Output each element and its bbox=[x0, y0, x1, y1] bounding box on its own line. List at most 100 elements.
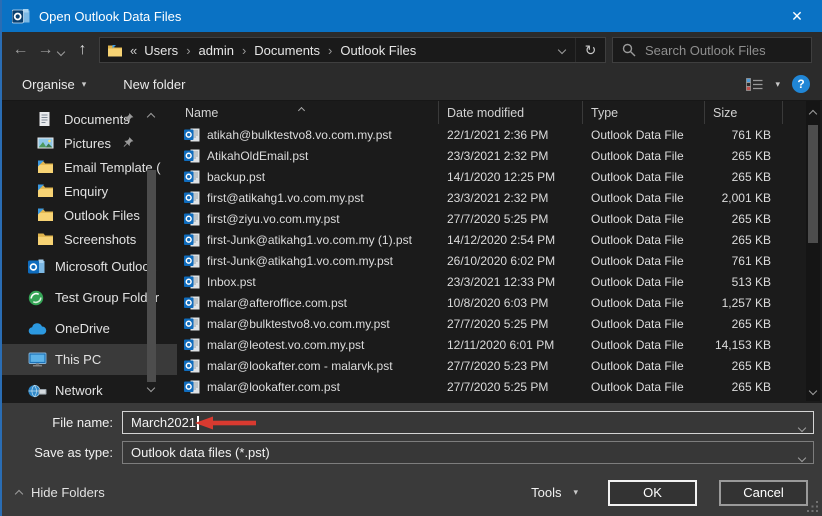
column-header-size[interactable]: Size bbox=[705, 101, 783, 124]
file-size: 513 KB bbox=[705, 275, 783, 289]
back-icon[interactable]: ← bbox=[8, 41, 33, 59]
file-size: 1,257 KB bbox=[705, 296, 783, 310]
breadcrumb: Users›admin›Documents›Outlook Files bbox=[144, 43, 416, 58]
breadcrumb-collapse-icon[interactable]: « bbox=[130, 43, 137, 58]
view-details-icon[interactable] bbox=[746, 78, 763, 91]
file-type: Outlook Data File bbox=[583, 380, 705, 394]
cancel-button[interactable]: Cancel bbox=[719, 480, 808, 506]
resize-grip-icon[interactable] bbox=[807, 501, 819, 513]
file-name: first-Junk@atikahg1.vo.com.my.pst bbox=[207, 254, 393, 268]
sidebar-item-label: Network bbox=[55, 383, 103, 398]
file-row-first-atikahg1-vo-com-my-pst[interactable]: first@atikahg1.vo.com.my.pst23/3/2021 2:… bbox=[177, 187, 806, 208]
sidebar-scrollbar-thumb[interactable] bbox=[147, 170, 156, 382]
hide-folders-chevron-icon bbox=[16, 485, 22, 500]
sidebar-scroll-up-icon[interactable] bbox=[148, 108, 154, 123]
hide-folders-label: Hide Folders bbox=[31, 485, 105, 500]
help-icon[interactable]: ? bbox=[792, 75, 810, 93]
sidebar-item-label: This PC bbox=[55, 352, 101, 367]
ok-button[interactable]: OK bbox=[608, 480, 697, 506]
save-as-type-select[interactable]: Outlook data files (*.pst) bbox=[122, 441, 814, 464]
list-scroll-down-icon[interactable] bbox=[810, 382, 816, 397]
file-row-backup-pst[interactable]: backup.pst14/1/2020 12:25 PMOutlook Data… bbox=[177, 166, 806, 187]
sidebar-scrollbar[interactable] bbox=[145, 106, 158, 396]
file-row-malar-leotest-vo-com-my-pst[interactable]: malar@leotest.vo.com.my.pst12/11/2020 6:… bbox=[177, 334, 806, 355]
up-icon[interactable]: ↑ bbox=[70, 41, 95, 59]
command-toolbar: Organise ▾ New folder ▾ ? bbox=[2, 68, 822, 101]
file-row-malar-bulktestvo8-vo-com-my-pst[interactable]: malar@bulktestvo8.vo.com.my.pst27/7/2020… bbox=[177, 313, 806, 334]
close-icon[interactable]: ✕ bbox=[782, 8, 812, 25]
file-name: malar@lookafter.com - malarvk.pst bbox=[207, 359, 393, 373]
file-row-inbox-pst[interactable]: Inbox.pst23/3/2021 12:33 PMOutlook Data … bbox=[177, 271, 806, 292]
folder-linked-icon bbox=[37, 160, 56, 174]
file-type: Outlook Data File bbox=[583, 338, 705, 352]
search-box[interactable] bbox=[612, 37, 812, 63]
file-size: 2,001 KB bbox=[705, 191, 783, 205]
search-input[interactable] bbox=[645, 43, 802, 58]
open-outlook-data-files-dialog: Open Outlook Data Files ✕ ← → ↑ « Users›… bbox=[0, 0, 822, 516]
breadcrumb-item-outlook-files[interactable]: Outlook Files bbox=[340, 43, 416, 58]
list-scrollbar-thumb[interactable] bbox=[808, 125, 818, 243]
file-row-atikaholdemail-pst[interactable]: AtikahOldEmail.pst23/3/2021 2:32 PMOutlo… bbox=[177, 145, 806, 166]
tools-label: Tools bbox=[531, 485, 561, 500]
pst-file-icon bbox=[184, 380, 200, 394]
file-type: Outlook Data File bbox=[583, 233, 705, 247]
file-list-area: Name Date modified Type Size atikah@bulk… bbox=[177, 101, 806, 403]
file-row-first-junk-atikahg1-vo-com-my-pst[interactable]: first-Junk@atikahg1.vo.com.my.pst 26/10/2… bbox=[177, 250, 806, 271]
new-folder-button[interactable]: New folder bbox=[123, 77, 185, 92]
pin-icon bbox=[123, 136, 134, 151]
column-header-name[interactable]: Name bbox=[177, 101, 439, 124]
file-row-atikah-bulktestvo8-vo-com-my-pst[interactable]: atikah@bulktestvo8.vo.com.my.pst22/1/202… bbox=[177, 124, 806, 145]
column-header-type[interactable]: Type bbox=[583, 101, 705, 124]
sidebar-scroll-down-icon[interactable] bbox=[148, 379, 154, 394]
file-size: 265 KB bbox=[705, 233, 783, 247]
organise-dropdown-icon: ▾ bbox=[82, 79, 87, 90]
outlook-app-icon bbox=[12, 8, 30, 25]
file-list-scrollbar[interactable] bbox=[806, 101, 820, 401]
file-type: Outlook Data File bbox=[583, 128, 705, 142]
file-list-header: Name Date modified Type Size bbox=[177, 101, 806, 124]
address-dropdown-chevron-icon[interactable] bbox=[549, 47, 575, 53]
organise-button[interactable]: Organise ▾ bbox=[22, 77, 86, 92]
file-name: Inbox.pst bbox=[207, 275, 256, 289]
file-row-malar-lookafter-com-pst[interactable]: malar@lookafter.com.pst27/7/2020 5:25 PM… bbox=[177, 376, 806, 397]
pst-file-icon bbox=[184, 191, 200, 205]
file-name-dropdown-icon[interactable] bbox=[799, 419, 805, 434]
pst-file-icon bbox=[184, 296, 200, 310]
file-row-malar-lookafter-com-malarvk-pst[interactable]: malar@lookafter.com - malarvk.pst27/7/20… bbox=[177, 355, 806, 376]
file-size: 761 KB bbox=[705, 128, 783, 142]
column-header-date-modified[interactable]: Date modified bbox=[439, 101, 583, 124]
file-name-input[interactable]: March2021 bbox=[122, 411, 814, 434]
file-date-modified: 26/10/2020 6:02 PM bbox=[439, 254, 583, 268]
folder-icon bbox=[37, 232, 56, 246]
view-dropdown-chevron-icon[interactable]: ▾ bbox=[775, 79, 780, 90]
file-name-label: File name: bbox=[2, 415, 122, 430]
file-name: AtikahOldEmail.pst bbox=[207, 149, 308, 163]
sidebar-item-label: Screenshots bbox=[64, 232, 136, 247]
pictures-icon bbox=[37, 136, 56, 150]
breadcrumb-item-documents[interactable]: Documents bbox=[254, 43, 320, 58]
pst-file-icon bbox=[184, 212, 200, 226]
recent-locations-chevron-icon[interactable] bbox=[58, 43, 64, 58]
breadcrumb-item-admin[interactable]: admin bbox=[199, 43, 234, 58]
file-row-first-junk-atikahg1-vo-com-my-1-pst[interactable]: first-Junk@atikahg1.vo.com.my (1).pst14/… bbox=[177, 229, 806, 250]
organise-label: Organise bbox=[22, 77, 75, 92]
new-folder-label: New folder bbox=[123, 77, 185, 92]
file-row-malar-afteroffice-com-pst[interactable]: malar@afteroffice.com.pst10/8/2020 6:03 … bbox=[177, 292, 806, 313]
forward-icon[interactable]: → bbox=[33, 41, 58, 59]
breadcrumb-item-users[interactable]: Users bbox=[144, 43, 178, 58]
file-name: first@ziyu.vo.com.my.pst bbox=[207, 212, 340, 226]
hide-folders-button[interactable]: Hide Folders bbox=[16, 485, 105, 500]
footer: File name: March2021 Save as type: Outlo… bbox=[2, 403, 822, 516]
folder-linked-icon bbox=[37, 184, 56, 198]
breadcrumb-separator-icon: › bbox=[178, 43, 198, 58]
column-header-filler bbox=[783, 101, 806, 124]
refresh-icon[interactable]: ↻ bbox=[575, 38, 605, 62]
save-as-type-dropdown-icon[interactable] bbox=[799, 449, 805, 464]
file-type: Outlook Data File bbox=[583, 296, 705, 310]
sidebar-item-label: Test Group Folder bbox=[55, 290, 159, 305]
file-row-first-ziyu-vo-com-my-pst[interactable]: first@ziyu.vo.com.my.pst27/7/2020 5:25 P… bbox=[177, 208, 806, 229]
address-bar[interactable]: « Users›admin›Documents›Outlook Files ↻ bbox=[99, 37, 606, 63]
list-scroll-up-icon[interactable] bbox=[810, 105, 816, 120]
breadcrumb-separator-icon: › bbox=[234, 43, 254, 58]
tools-button[interactable]: Tools ▾ bbox=[531, 485, 578, 500]
